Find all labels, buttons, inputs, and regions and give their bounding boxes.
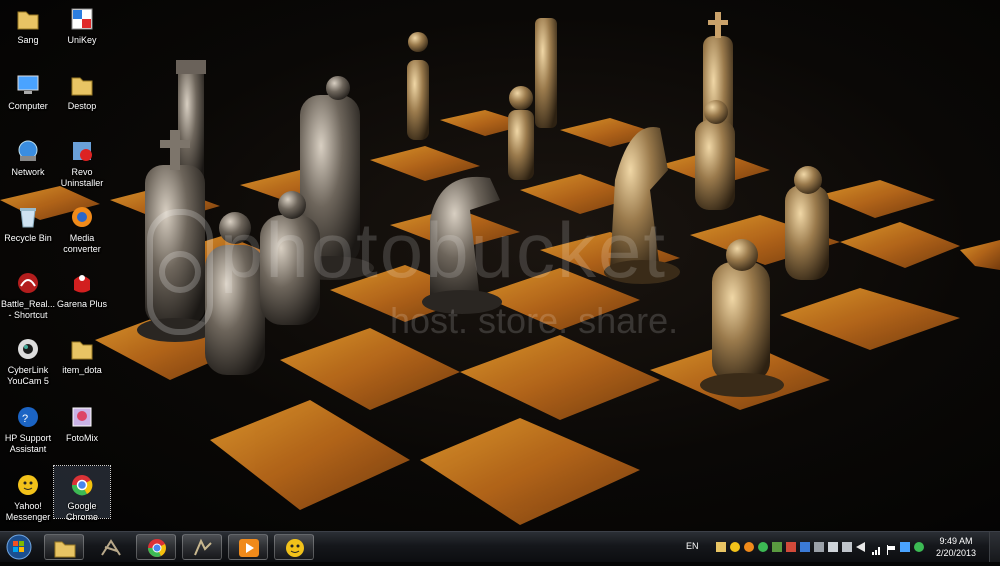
language-indicator[interactable]: EN [686,541,699,551]
desktop-icon-label: item_dota [62,365,102,375]
youcam-icon [15,336,41,362]
keyboard-tray-icon[interactable] [814,542,824,552]
taskbar-google-chrome[interactable] [136,534,176,560]
volume-icon[interactable] [856,542,865,552]
app-tray-icon[interactable] [786,542,796,552]
desktop-icon-battle-realms[interactable]: Battle_Real... - Shortcut [0,264,56,321]
desktop-icon-media-converter[interactable]: Media converter [54,198,110,255]
desktop-icon-yahoo-messenger[interactable]: Yahoo! Messenger [0,466,56,523]
unikey-icon [69,6,95,32]
garena-plus-icon [69,270,95,296]
desktop-icon-label: Battle_Real... - Shortcut [0,299,56,320]
hp-support-icon: ? [15,404,41,430]
desktop-icon-label: Yahoo! Messenger [5,501,51,522]
network-status-tray-icon[interactable] [772,542,782,552]
revo-uninstaller-icon [69,138,95,164]
desktop-icon-revo-uninstaller[interactable]: Revo Uninstaller [54,132,110,189]
recycle-bin-icon [15,204,41,230]
desktop-icon-hp-support[interactable]: ? HP Support Assistant [0,398,56,455]
taskbar-battle-realms[interactable] [182,534,222,560]
desktop-icon-item-dota[interactable]: item_dota [54,330,110,376]
desktop-icon-label: Recycle Bin [4,233,52,243]
desktop-icon-fotomix[interactable]: FotoMix [54,398,110,444]
desktop-icon-network[interactable]: Network [0,132,56,178]
folder-tray-icon[interactable] [716,542,726,552]
update-tray-icon[interactable] [758,542,768,552]
show-desktop-button[interactable] [989,532,1000,562]
taskbar-yahoo-messenger[interactable] [274,534,314,560]
orange-tray-icon[interactable] [744,542,754,552]
desktop-icon-youcam[interactable]: CyberLink YouCam 5 [0,330,56,387]
desktop-icon-label: Garena Plus [56,299,108,309]
folder-icon [69,72,95,98]
fotomix-icon [69,404,95,430]
folder-icon [69,336,95,362]
desktop-icon-computer[interactable]: Computer [0,66,56,112]
svg-text:?: ? [22,413,28,425]
media-converter-icon [69,204,95,230]
desktop-icon-label: Computer [8,101,48,111]
battle-realms-icon [15,270,41,296]
desktop-icon-destop[interactable]: Destop [54,66,110,112]
battery-tray-icon[interactable] [828,542,838,552]
chess-wallpaper [0,12,1000,525]
desktop-icon-label: Google Chrome [65,501,98,522]
device-tray-icon[interactable] [842,542,852,552]
taskbar-windows-explorer[interactable] [44,534,84,560]
taskbar-app-dragon[interactable] [90,534,130,560]
folder-icon [54,541,76,558]
signal-strength-icon[interactable] [872,542,882,555]
chrome-icon [148,539,166,557]
windows-logo-icon [6,534,32,560]
yahoo-tray-icon[interactable] [730,542,740,552]
network-connection-icon[interactable] [900,542,910,552]
chess-pieces [137,12,829,397]
taskbar: EN 9:49 AM 2/20/2013 [0,531,1000,562]
clock-date: 2/20/2013 [935,548,977,558]
desktop-icon-label: UniKey [67,35,97,45]
desktop-icon-label: FotoMix [65,433,98,443]
system-clock[interactable]: 9:49 AM 2/20/2013 [926,535,986,559]
desktop-icon-label: Revo Uninstaller [60,167,104,188]
desktop-icon-label: HP Support Assistant [4,433,52,454]
action-center-flag-icon[interactable] [886,542,896,555]
dragon-icon [101,539,121,556]
app-green-tray-icon[interactable] [914,542,924,552]
display-tray-icon[interactable] [800,542,810,552]
desktop-icon-garena-plus[interactable]: Garena Plus [54,264,110,310]
computer-icon [15,72,41,98]
desktop-icon-label: Sang [17,35,39,45]
yahoo-messenger-icon [286,539,304,557]
taskbar-media-player[interactable] [228,534,268,560]
clock-time: 9:49 AM [939,536,973,546]
folder-icon [15,6,41,32]
desktop-icon-label: Destop [67,101,97,111]
desktop-icon-sang[interactable]: Sang [0,0,56,46]
desktop[interactable]: photobucket host. store. share. Sang Uni… [0,0,1000,531]
desktop-icon-label: Network [11,167,45,177]
battle-realms-icon [194,538,212,556]
desktop-icon-label: Media converter [63,233,101,254]
yahoo-messenger-icon [15,472,41,498]
network-icon [15,138,41,164]
notification-area: EN 9:49 AM 2/20/2013 [680,532,1000,562]
desktop-icon-google-chrome[interactable]: Google Chrome [53,465,111,522]
desktop-icon-label: CyberLink YouCam 5 [7,365,49,386]
desktop-icon-recycle-bin[interactable]: Recycle Bin [0,198,56,244]
play-icon [239,539,259,557]
start-button[interactable] [3,533,35,561]
chrome-icon [69,472,95,498]
desktop-icon-unikey[interactable]: UniKey [54,0,110,46]
